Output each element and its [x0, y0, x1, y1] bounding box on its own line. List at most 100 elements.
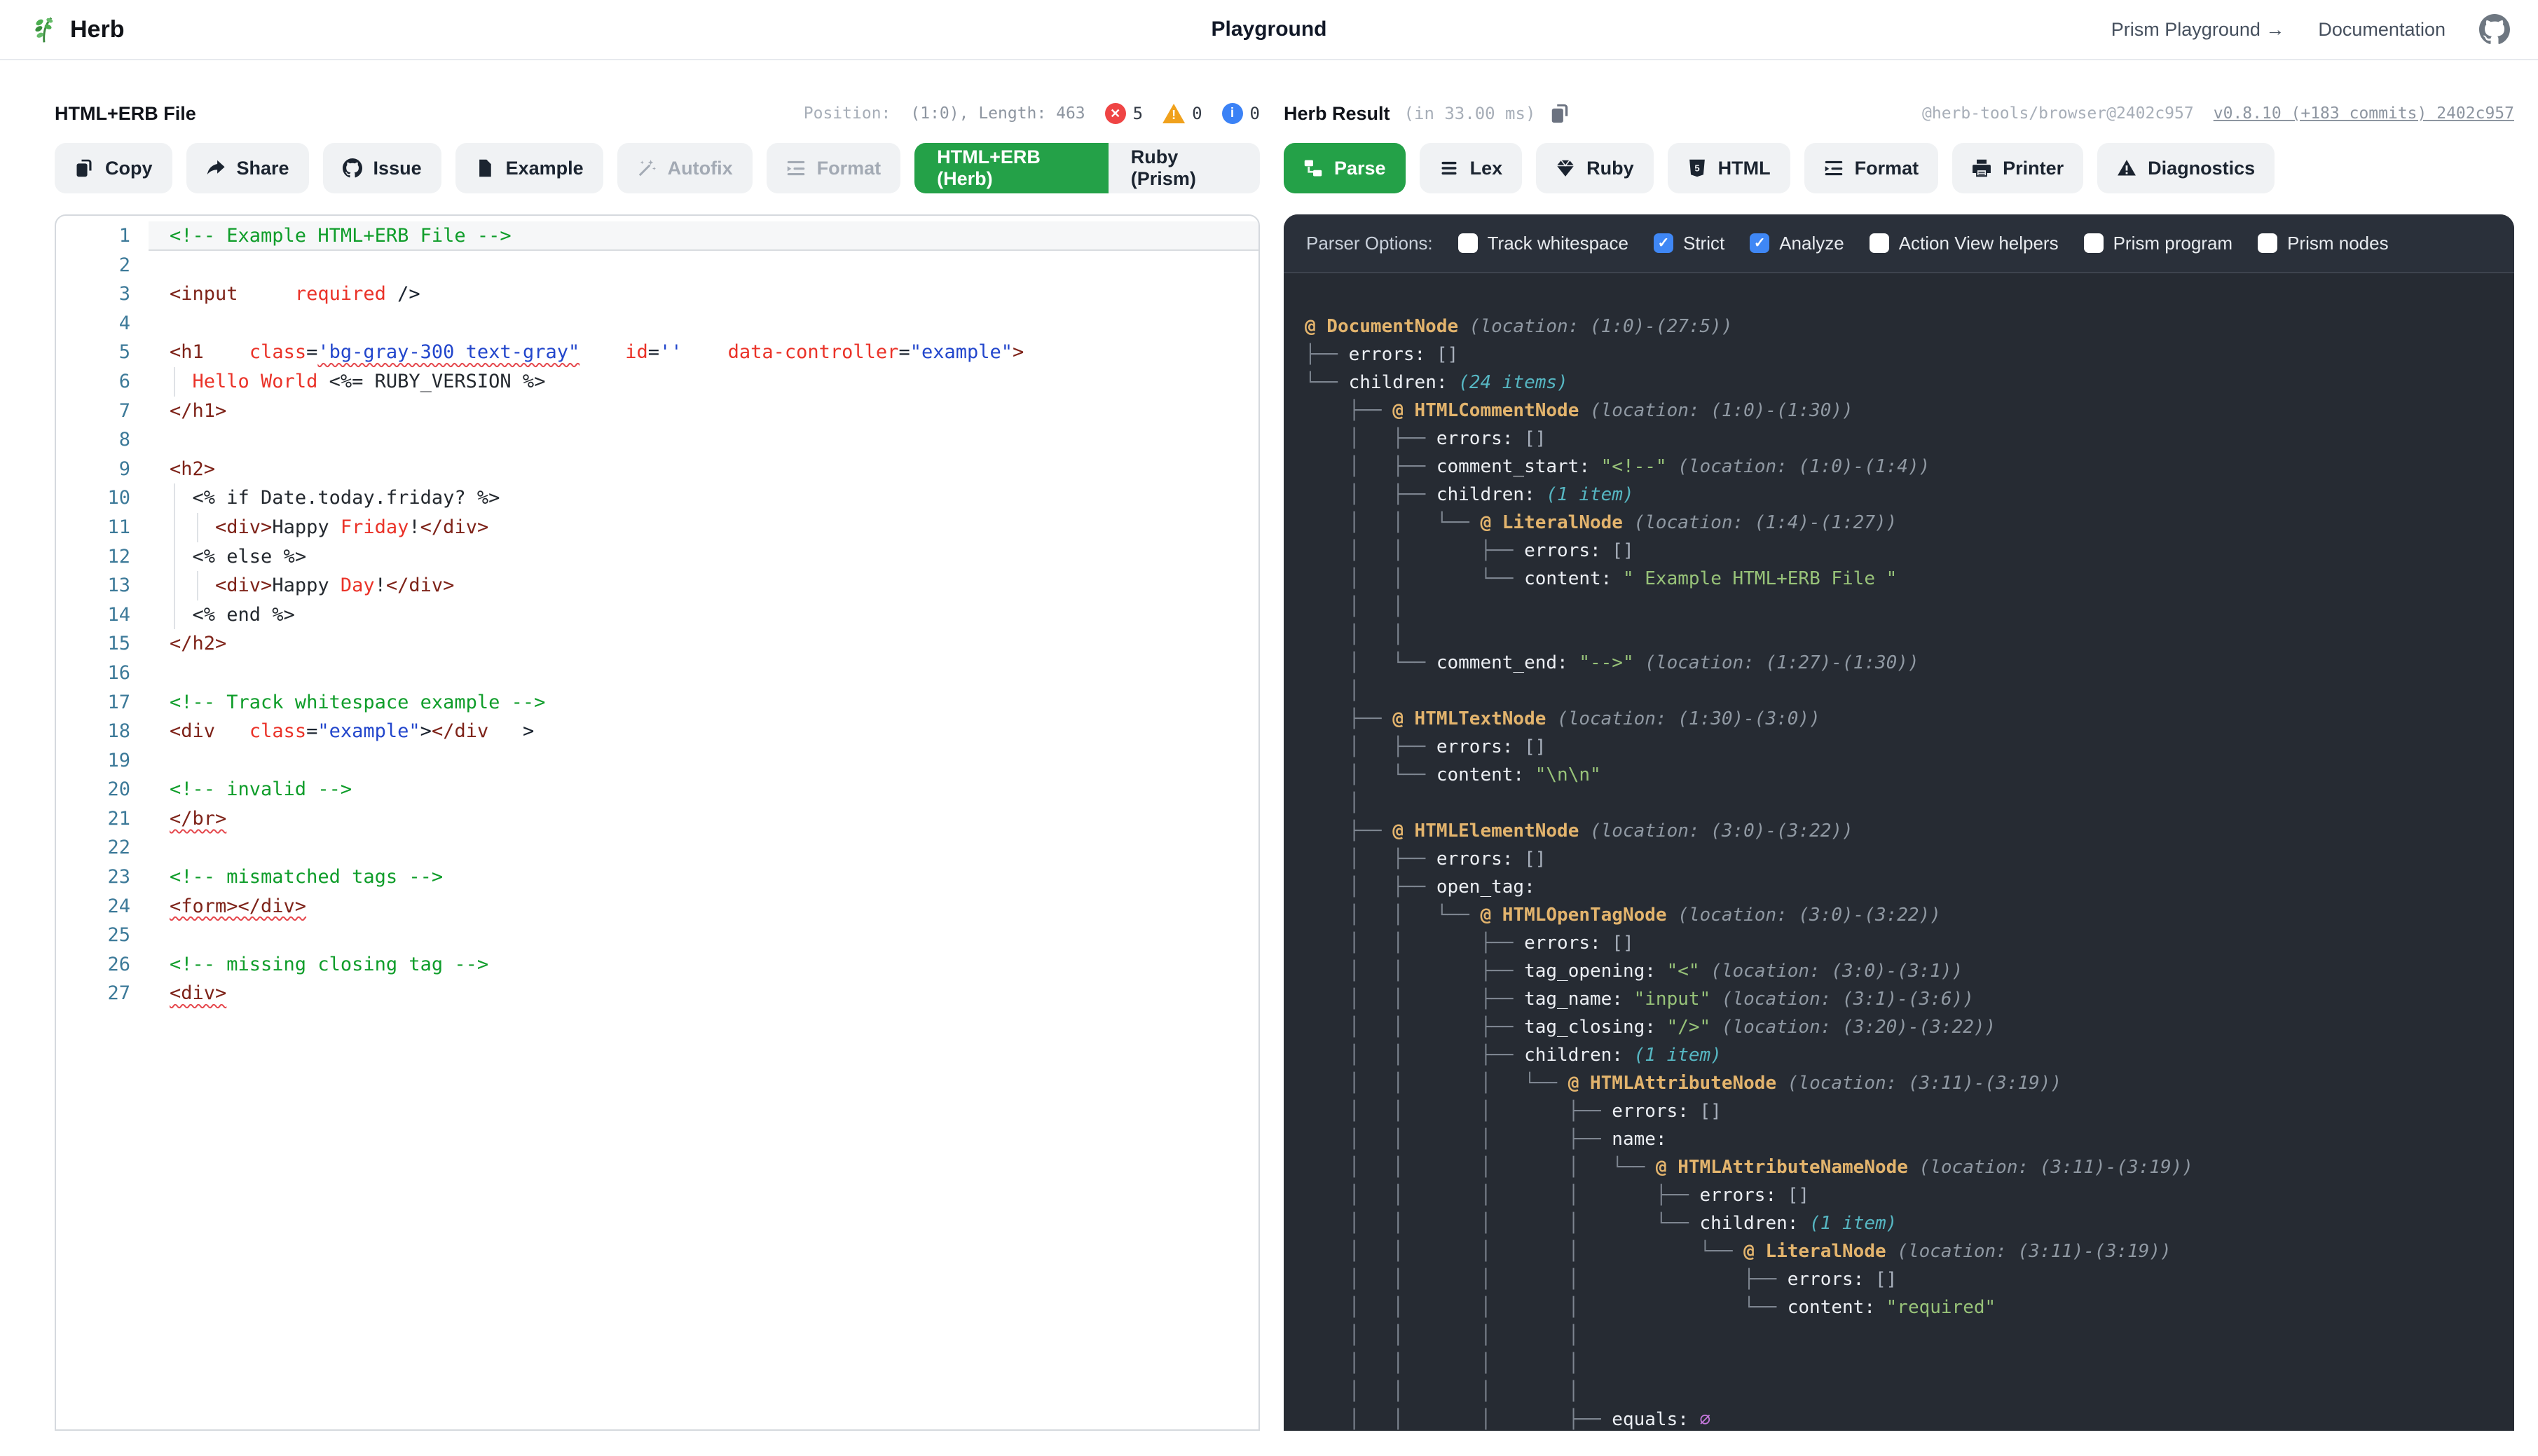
ast-output[interactable]: @ DocumentNode (location: (1:0)-(27:5))├…	[1284, 273, 2514, 1431]
github-icon	[343, 158, 362, 178]
line-number[interactable]: 8	[56, 425, 149, 455]
option-prism-nodes[interactable]: Prism nodes	[2258, 233, 2389, 254]
line-number[interactable]: 18	[56, 717, 149, 746]
indent-guide	[174, 600, 175, 630]
svg-text:5: 5	[1694, 163, 1699, 174]
result-toolbar: Parse Lex Ruby 5HTML Format Printer Diagnostic…	[1284, 143, 2514, 193]
line-number[interactable]: 20	[56, 775, 149, 804]
editor-line-13: 13 <div>Happy Day!</div>	[56, 571, 1258, 600]
line-number[interactable]: 14	[56, 600, 149, 630]
example-button[interactable]: Example	[455, 143, 603, 193]
ast-tree-line: │ └── content: "\n\n"	[1305, 761, 2514, 789]
ast-tree-line: │ ├── errors: []	[1305, 845, 2514, 873]
parse-timing: (in 33.00 ms)	[1404, 104, 1536, 123]
lex-button[interactable]: Lex	[1420, 143, 1523, 193]
position-value: (1:0), Length: 463	[910, 104, 1085, 123]
copy-button[interactable]: Copy	[55, 143, 172, 193]
action-view-helpers-checkbox[interactable]	[1870, 233, 1889, 253]
editor-column: HTML+ERB File Position: (1:0), Length: 4…	[55, 94, 1260, 1431]
line-number[interactable]: 6	[56, 367, 149, 397]
copy-result-icon[interactable]	[1549, 103, 1570, 124]
strict-checkbox[interactable]: ✓	[1654, 233, 1673, 253]
issue-button[interactable]: Issue	[323, 143, 441, 193]
editor-line-4: 4	[56, 309, 1258, 338]
ast-tree-line: │ └── comment_end: "-->" (location: (1:2…	[1305, 649, 2514, 677]
brand[interactable]: Herb	[28, 14, 124, 45]
editor-line-1: 1<!-- Example HTML+ERB File -->	[56, 221, 1258, 251]
editor-line-6: 6 Hello World <%= RUBY_VERSION %>	[56, 367, 1258, 397]
line-number[interactable]: 27	[56, 979, 149, 1008]
line-number[interactable]: 12	[56, 542, 149, 572]
ast-tree-line: ├── errors: []	[1305, 341, 2514, 369]
line-number[interactable]: 2	[56, 251, 149, 280]
line-number[interactable]: 15	[56, 629, 149, 659]
editor-line-8: 8	[56, 425, 1258, 455]
ast-tree-line: │ │ │ │	[1305, 1378, 2514, 1406]
option-action-view-helpers[interactable]: Action View helpers	[1870, 233, 2059, 254]
autofix-button[interactable]: Autofix	[617, 143, 753, 193]
option-strict[interactable]: ✓Strict	[1654, 233, 1724, 254]
prism-playground-link[interactable]: Prism Playground →	[2111, 19, 2285, 41]
info-count-badge: i 0	[1222, 103, 1260, 124]
tab-ruby-prism[interactable]: Ruby (Prism)	[1109, 143, 1260, 193]
app-header: Herb Playground Prism Playground → Docum…	[0, 0, 2538, 60]
ast-tree-line: │ ├── children: (1 item)	[1305, 481, 2514, 509]
prism-program-checkbox[interactable]	[2084, 233, 2104, 253]
tab-html-erb-herb[interactable]: HTML+ERB (Herb)	[914, 143, 1109, 193]
editor-line-5: 5<h1 class='bg-gray-300 text-gray" id=''…	[56, 338, 1258, 367]
line-number[interactable]: 13	[56, 571, 149, 600]
editor-line-12: 12 <% else %>	[56, 542, 1258, 572]
source-tabs: HTML+ERB (Herb)Ruby (Prism)	[914, 143, 1260, 193]
ruby-button[interactable]: Ruby	[1536, 143, 1654, 193]
prism-nodes-checkbox[interactable]	[2258, 233, 2277, 253]
documentation-link[interactable]: Documentation	[2318, 19, 2446, 41]
line-number[interactable]: 23	[56, 863, 149, 892]
code-editor[interactable]: 1<!-- Example HTML+ERB File -->23<input …	[55, 214, 1260, 1431]
github-icon[interactable]	[2479, 14, 2510, 45]
html-button[interactable]: 5HTML	[1668, 143, 1790, 193]
line-number[interactable]: 24	[56, 892, 149, 921]
version-link[interactable]: v0.8.10 (+183 commits) 2402c957	[2214, 104, 2514, 123]
line-number[interactable]: 22	[56, 833, 149, 863]
ruby-gem-icon	[1556, 158, 1575, 178]
line-number[interactable]: 10	[56, 483, 149, 513]
editor-line-24: 24<form></div>	[56, 892, 1258, 921]
indent-guide	[197, 571, 198, 600]
line-number[interactable]: 7	[56, 397, 149, 426]
option-prism-program[interactable]: Prism program	[2084, 233, 2232, 254]
ast-tree-line: │ │ │ └── @ HTMLAttributeNode (location:…	[1305, 1069, 2514, 1097]
ast-tree-line: ├── @ HTMLTextNode (location: (1:30)-(3:…	[1305, 705, 2514, 733]
line-number[interactable]: 9	[56, 455, 149, 484]
line-number[interactable]: 21	[56, 804, 149, 834]
format-button[interactable]: Format	[1804, 143, 1939, 193]
line-number[interactable]: 3	[56, 280, 149, 309]
ast-tree-line: │ │ ├── errors: []	[1305, 929, 2514, 957]
editor-line-9: 9<h2>	[56, 455, 1258, 484]
track-whitespace-checkbox[interactable]	[1458, 233, 1478, 253]
option-analyze[interactable]: ✓Analyze	[1750, 233, 1844, 254]
diagnostics-button[interactable]: Diagnostics	[2097, 143, 2275, 193]
ast-tree-line: │ │ │ │ └── children: (1 item)	[1305, 1209, 2514, 1237]
editor-panel-title: HTML+ERB File	[55, 103, 196, 125]
error-count-badge: ✕ 5	[1105, 103, 1143, 124]
printer-button[interactable]: Printer	[1952, 143, 2083, 193]
line-number[interactable]: 16	[56, 659, 149, 688]
line-number[interactable]: 4	[56, 309, 149, 338]
ast-tree-line: ├── @ HTMLCommentNode (location: (1:0)-(…	[1305, 397, 2514, 425]
analyze-checkbox[interactable]: ✓	[1750, 233, 1769, 253]
line-number[interactable]: 1	[56, 221, 149, 251]
ast-tree-line: │ │ ├── tag_opening: "<" (location: (3:0…	[1305, 957, 2514, 985]
line-number[interactable]: 26	[56, 950, 149, 980]
line-number[interactable]: 19	[56, 746, 149, 776]
format-button[interactable]: Format	[767, 143, 901, 193]
parse-button[interactable]: Parse	[1284, 143, 1406, 193]
file-icon	[475, 158, 495, 178]
share-button[interactable]: Share	[186, 143, 309, 193]
line-number[interactable]: 25	[56, 921, 149, 950]
line-number[interactable]: 5	[56, 338, 149, 367]
line-number[interactable]: 11	[56, 513, 149, 542]
ast-tree-line: └── children: (24 items)	[1305, 369, 2514, 397]
line-number[interactable]: 17	[56, 688, 149, 717]
editor-line-21: 21</br>	[56, 804, 1258, 834]
option-track-whitespace[interactable]: Track whitespace	[1458, 233, 1628, 254]
